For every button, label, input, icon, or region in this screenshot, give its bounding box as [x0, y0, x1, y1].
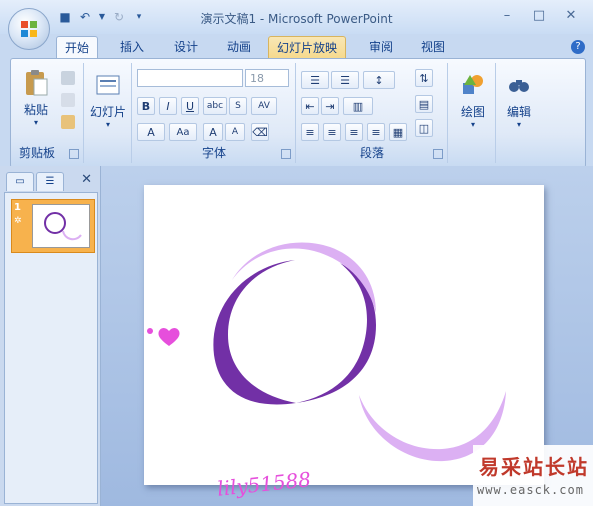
title-bar: ■ ↶ ▼ ↻ ▾ 演示文稿1 - Microsoft PowerPoint –… — [0, 0, 593, 34]
close-button[interactable]: ✕ — [563, 8, 579, 23]
slides-tab[interactable]: ▭ — [6, 172, 34, 191]
cut-icon[interactable] — [61, 71, 75, 85]
chevron-down-icon: ▾ — [516, 120, 521, 129]
clipboard-group: 粘贴 ▾ 剪贴板 — [11, 63, 84, 163]
paste-label: 粘贴 — [23, 103, 48, 117]
chevron-down-icon: ▾ — [470, 120, 475, 129]
shrink-font-button[interactable]: A — [225, 123, 245, 141]
slide-canvas[interactable] — [144, 185, 544, 485]
clear-format-icon[interactable]: ⌫ — [251, 123, 269, 141]
watermark: 易采站长站 www.easck.com — [473, 445, 593, 506]
format-painter-icon[interactable] — [61, 115, 75, 129]
restore-button[interactable]: □ — [531, 8, 547, 23]
increase-indent-button[interactable]: ⇥ — [321, 97, 339, 115]
editing-label: 编辑 — [506, 105, 531, 119]
font-name-combo[interactable] — [137, 69, 243, 87]
slides-group: 幻灯片 ▾ — [85, 63, 132, 163]
align-center-button[interactable]: ≡ — [323, 123, 341, 141]
copy-icon[interactable] — [61, 93, 75, 107]
font-group: 18 B I U abc S AV A Aa A A ⌫ 字体 — [133, 63, 296, 163]
dialog-launcher-icon[interactable] — [433, 149, 443, 159]
italic-button[interactable]: I — [159, 97, 177, 115]
heart-icon — [158, 328, 180, 346]
slide-number: 1 — [14, 202, 21, 213]
new-slide-button[interactable]: 幻灯片 ▾ — [87, 71, 129, 129]
paste-button[interactable]: 粘贴 ▾ — [19, 69, 53, 127]
close-icon[interactable]: ✕ — [81, 172, 92, 187]
bold-button[interactable]: B — [137, 97, 155, 115]
office-logo-icon — [21, 21, 37, 37]
strikethrough-button[interactable]: abc — [203, 97, 227, 115]
char-spacing-button[interactable]: AV — [251, 97, 277, 115]
thumbnail-preview — [44, 212, 82, 241]
font-color-button[interactable]: A — [137, 123, 165, 141]
drawing-label: 绘图 — [460, 105, 485, 119]
paragraph-group: ☰ ☰ ↕ ⇅ ⇤ ⇥ ▥ ▤ ≡ ≡ ≡ ≡ ▦ ◫ 段落 — [297, 63, 448, 163]
slides-pane: ▭ ☰ ✕ 1 ✲ — [0, 166, 101, 506]
line-spacing-button[interactable]: ↕ — [363, 71, 395, 89]
outline-tab[interactable]: ☰ — [36, 172, 64, 191]
tab-slideshow[interactable]: 幻灯片放映 — [268, 36, 347, 59]
office-button[interactable] — [8, 8, 50, 50]
animation-star-icon: ✲ — [14, 216, 22, 226]
dialog-launcher-icon[interactable] — [281, 149, 291, 159]
binoculars-icon — [509, 80, 529, 92]
drawing-button[interactable]: 绘图 ▾ — [453, 71, 493, 129]
align-right-button[interactable]: ≡ — [345, 123, 363, 141]
change-case-button[interactable]: Aa — [169, 123, 197, 141]
tab-design[interactable]: 设计 — [166, 36, 206, 58]
chevron-down-icon: ▾ — [33, 118, 38, 127]
tab-home[interactable]: 开始 — [56, 36, 99, 59]
chevron-down-icon: ▾ — [105, 120, 110, 129]
watermark-url: www.easck.com — [477, 483, 584, 497]
slide-icon — [96, 75, 120, 95]
tab-view[interactable]: 视图 — [413, 36, 453, 58]
window-controls: – □ ✕ — [499, 8, 579, 23]
decrease-indent-button[interactable]: ⇤ — [301, 97, 319, 115]
new-slide-label: 幻灯片 — [89, 105, 126, 119]
ribbon-tab-bar: 开始 插入 设计 动画 幻灯片放映 审阅 视图 — [0, 34, 593, 59]
justify-button[interactable]: ≡ — [367, 123, 385, 141]
small-heart-icon — [147, 328, 153, 334]
text-direction-button[interactable]: ⇅ — [415, 69, 433, 87]
clipboard-icon — [26, 70, 48, 96]
tab-animations[interactable]: 动画 — [219, 36, 259, 58]
dark-purple-ring — [213, 260, 296, 405]
watermark-title: 易采站长站 — [479, 455, 589, 479]
ribbon: 粘贴 ▾ 剪贴板 幻灯片 ▾ 18 B I U abc S AV A Aa A … — [10, 58, 586, 168]
font-size-combo[interactable]: 18 — [245, 69, 289, 87]
editing-button[interactable]: 编辑 ▾ — [499, 71, 539, 129]
align-left-button[interactable]: ≡ — [301, 123, 319, 141]
distribute-button[interactable]: ▦ — [389, 123, 407, 141]
tab-insert[interactable]: 插入 — [112, 36, 152, 58]
numbering-button[interactable]: ☰ — [331, 71, 359, 89]
pane-tabs: ▭ ☰ — [6, 172, 64, 192]
dialog-launcher-icon[interactable] — [69, 149, 79, 159]
shadow-button[interactable]: S — [229, 97, 247, 115]
smartart-button[interactable]: ◫ — [415, 119, 433, 137]
shapes-icon — [463, 75, 483, 94]
bullets-button[interactable]: ☰ — [301, 71, 329, 89]
grow-font-button[interactable]: A — [203, 123, 223, 141]
slide-graphics — [213, 242, 506, 462]
tab-review[interactable]: 审阅 — [361, 36, 401, 58]
slide-thumbnail-selected[interactable]: 1 ✲ — [11, 199, 95, 253]
editing-group: 编辑 ▾ — [497, 63, 541, 163]
drawing-group: 绘图 ▾ — [451, 63, 496, 163]
paragraph-group-label: 段落 — [359, 146, 384, 160]
thumbnail-list: 1 ✲ — [4, 192, 98, 504]
slide-thumbnail — [32, 204, 90, 248]
help-icon[interactable]: ? — [571, 40, 585, 54]
align-text-button[interactable]: ▤ — [415, 95, 433, 113]
columns-button[interactable]: ▥ — [343, 97, 373, 115]
underline-button[interactable]: U — [181, 97, 199, 115]
minimize-button[interactable]: – — [499, 8, 515, 23]
font-group-label: 字体 — [201, 146, 226, 160]
